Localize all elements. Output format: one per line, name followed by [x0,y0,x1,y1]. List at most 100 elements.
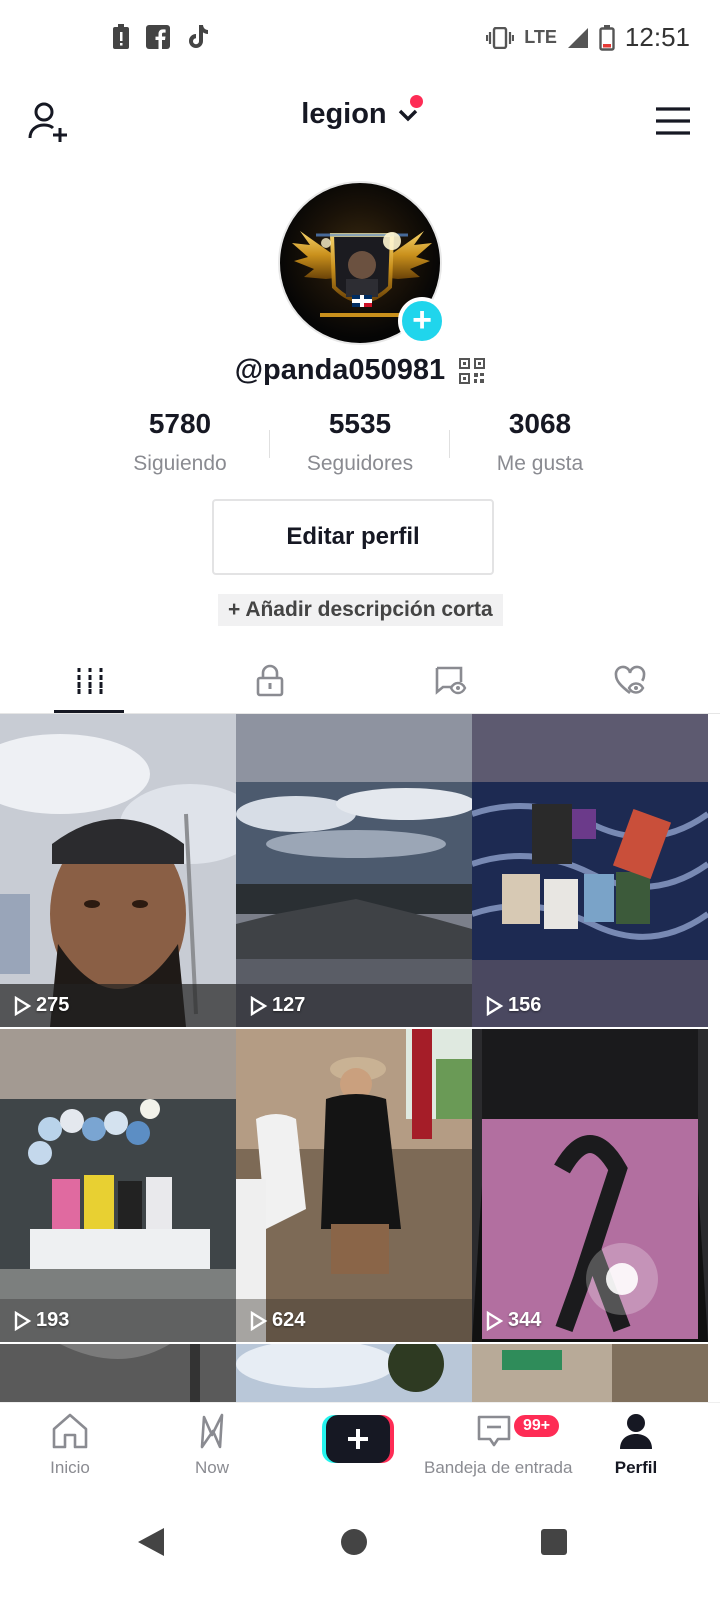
play-icon [486,1310,504,1331]
video-thumbnail[interactable]: 127 [236,714,472,1027]
video-thumbnail-image [0,1344,236,1402]
video-thumbnail[interactable]: 624 [236,1029,472,1342]
stat-value: 5535 [328,408,392,439]
view-count-value: 624 [272,1309,306,1331]
stat-value: 5780 [148,408,212,439]
video-thumbnail-image [236,714,472,1027]
video-thumbnail-image [0,714,236,1027]
play-icon [250,1310,268,1331]
stat-following[interactable]: 5780 Siguiendo [90,408,270,476]
plus-icon: + [412,301,432,339]
stat-label: Me gusta [496,452,584,475]
video-thumbnail[interactable]: 344 [472,1029,708,1342]
lock-icon [256,664,284,696]
create-icon [322,1415,394,1463]
video-thumbnail-image [236,1029,472,1342]
videos-grid-icon [77,667,103,694]
profile-top-bar: legion [0,78,720,164]
home-circle-icon[interactable] [336,1524,372,1560]
add-story-button[interactable]: + [398,297,446,345]
status-bar: LTE 12:51 [0,0,720,78]
home-icon [52,1413,88,1449]
notification-dot [410,95,423,108]
stat-likes[interactable]: 3068 Me gusta [450,408,630,476]
nav-profile[interactable]: Perfil [566,1411,706,1478]
status-bar-system: LTE 12:51 [486,22,690,53]
vibrate-icon [486,26,515,49]
account-name: legion [301,98,387,130]
play-icon [486,995,504,1016]
nav-now[interactable]: Now [142,1411,282,1478]
add-description-button[interactable]: + Añadir descripción corta [218,594,503,626]
inbox-badge: 99+ [512,1413,562,1439]
account-switcher[interactable]: legion [0,98,720,131]
menu-icon [656,107,690,135]
video-thumbnail[interactable]: 193 [0,1029,236,1342]
now-icon [200,1413,224,1449]
video-thumbnail[interactable] [472,1344,708,1402]
stat-label: Seguidores [306,452,414,475]
back-icon[interactable] [134,1524,170,1560]
view-count: 127 [248,994,305,1017]
tab-private[interactable] [180,648,360,713]
stat-value: 3068 [508,408,572,439]
nav-inbox[interactable]: 99+ Bandeja de entrada [424,1411,573,1478]
video-thumbnail-image [236,1344,472,1402]
profile-icon [620,1414,652,1449]
view-count: 193 [12,1309,69,1332]
view-count-value: 193 [36,1309,70,1331]
recents-icon[interactable] [536,1524,572,1560]
video-thumbnail-image [472,1029,708,1342]
bottom-navigation: Inicio Now 99+ Bandeja de entrada Perfil [0,1402,720,1494]
status-bar-notifications [112,24,210,50]
tab-active-indicator [54,710,124,713]
play-icon [14,1310,32,1331]
video-thumbnail-image [472,1344,708,1402]
edit-profile-button[interactable]: Editar perfil [212,499,494,575]
video-thumbnail[interactable] [0,1344,236,1402]
network-type: LTE [524,27,557,47]
view-count: 344 [484,1309,541,1332]
stat-label: Siguiendo [133,452,227,475]
tiktok-icon [189,25,208,48]
battery-icon [599,24,615,51]
tab-videos[interactable] [0,648,180,713]
profile-avatar-container[interactable]: + [278,181,446,345]
video-grid: 275 127 156 193 624 344 [0,714,720,1402]
username-row: @panda050981 [0,354,720,387]
view-count-value: 344 [508,1309,542,1331]
view-count: 624 [248,1309,305,1332]
tagged-icon [435,666,467,695]
signal-icon [567,27,588,48]
tab-tagged[interactable] [360,648,540,713]
qr-code-icon[interactable] [459,358,486,385]
video-thumbnail[interactable]: 156 [472,714,708,1027]
view-count-value: 156 [508,994,542,1016]
view-count: 275 [12,994,69,1017]
nav-label: Perfil [614,1458,658,1477]
liked-icon [614,665,646,694]
system-navigation-bar [0,1494,720,1600]
clock: 12:51 [624,22,690,52]
create-button[interactable] [322,1415,394,1463]
video-thumbnail[interactable]: 275 [0,714,236,1027]
inbox-icon [477,1415,511,1447]
nav-label: Now [194,1458,229,1477]
play-icon [14,995,32,1016]
nav-home[interactable]: Inicio [0,1411,140,1478]
nav-label: Inicio [50,1458,90,1477]
nav-label: Bandeja de entrada [424,1458,573,1477]
profile-stats: 5780 Siguiendo 5535 Seguidores 3068 Me g… [90,408,630,476]
tab-liked[interactable] [540,648,720,713]
facebook-icon [146,25,170,49]
view-count-value: 127 [272,994,306,1016]
view-count: 156 [484,994,541,1017]
view-count-value: 275 [36,994,70,1016]
username: @panda050981 [234,354,446,386]
alert-battery-icon [113,24,129,49]
stat-followers[interactable]: 5535 Seguidores [270,408,450,476]
video-thumbnail-image [472,714,708,1027]
play-icon [250,995,268,1016]
menu-button[interactable] [654,102,692,140]
video-thumbnail[interactable] [236,1344,472,1402]
